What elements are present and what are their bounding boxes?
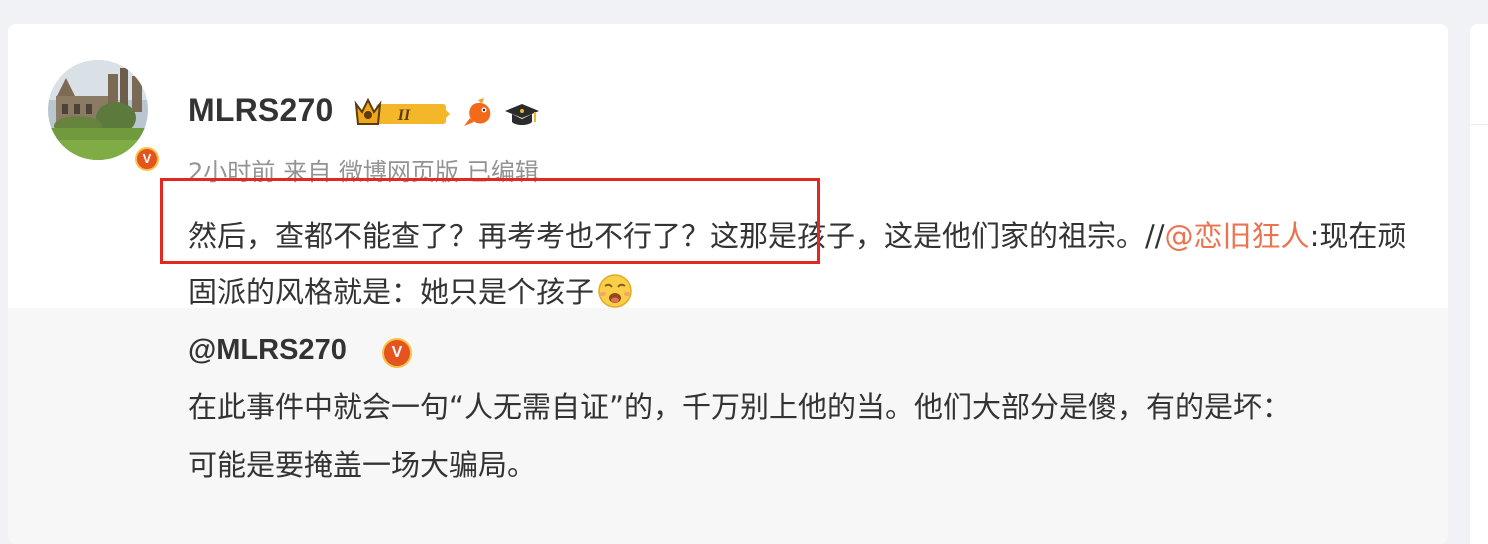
repost-text-line: 在此事件中就会一句“人无需自证”的，千万别上他的当。他们大部分是傻，有的是坏：: [188, 390, 1292, 424]
crown-level-badge-icon[interactable]: II: [354, 96, 450, 130]
repost-username[interactable]: @MLRS270: [188, 334, 347, 367]
sad-face-emoji-icon: [598, 274, 632, 308]
post-edited-tag[interactable]: 已编辑: [467, 158, 539, 186]
post-username[interactable]: MLRS270: [188, 92, 333, 129]
level-badge-label: II: [397, 107, 411, 124]
repost-text-line: 可能是要掩盖一场大骗局。: [188, 448, 537, 482]
graduation-cap-icon[interactable]: [504, 102, 540, 128]
post-time[interactable]: 2小时前: [188, 158, 275, 186]
reposted-content: @MLRS270 V 在此事件中就会一句“人无需自证”的，千万别上他的当。他们大…: [8, 308, 1448, 544]
avatar-image: [48, 60, 148, 160]
divider: [1470, 124, 1488, 125]
repost-text: 在此事件中就会一句“人无需自证”的，千万别上他的当。他们大部分是傻，有的是坏： …: [188, 378, 1388, 494]
goldfish-icon[interactable]: [464, 98, 498, 128]
right-sidebar-panel: [1470, 24, 1488, 544]
post-text: 然后，查都不能查了？再考考也不行了？这那是孩子，这是他们家的祖宗。//@恋旧狂人…: [188, 208, 1408, 320]
verified-v-icon: V: [135, 147, 159, 171]
post-source: 来自 微博网页版: [283, 158, 459, 186]
post-text-main: 然后，查都不能查了？再考考也不行了？这那是孩子，这是他们家的祖宗。//: [188, 219, 1165, 253]
weibo-post-card: V MLRS270 II 2小时前 来自 微博网页版 已编辑 然后，查都不能查了？再…: [8, 24, 1448, 544]
user-avatar[interactable]: [48, 60, 148, 160]
post-meta: 2小时前 来自 微博网页版 已编辑: [188, 152, 547, 187]
mention-link[interactable]: @恋旧狂人: [1165, 219, 1310, 253]
verified-v-icon: V: [382, 338, 412, 368]
